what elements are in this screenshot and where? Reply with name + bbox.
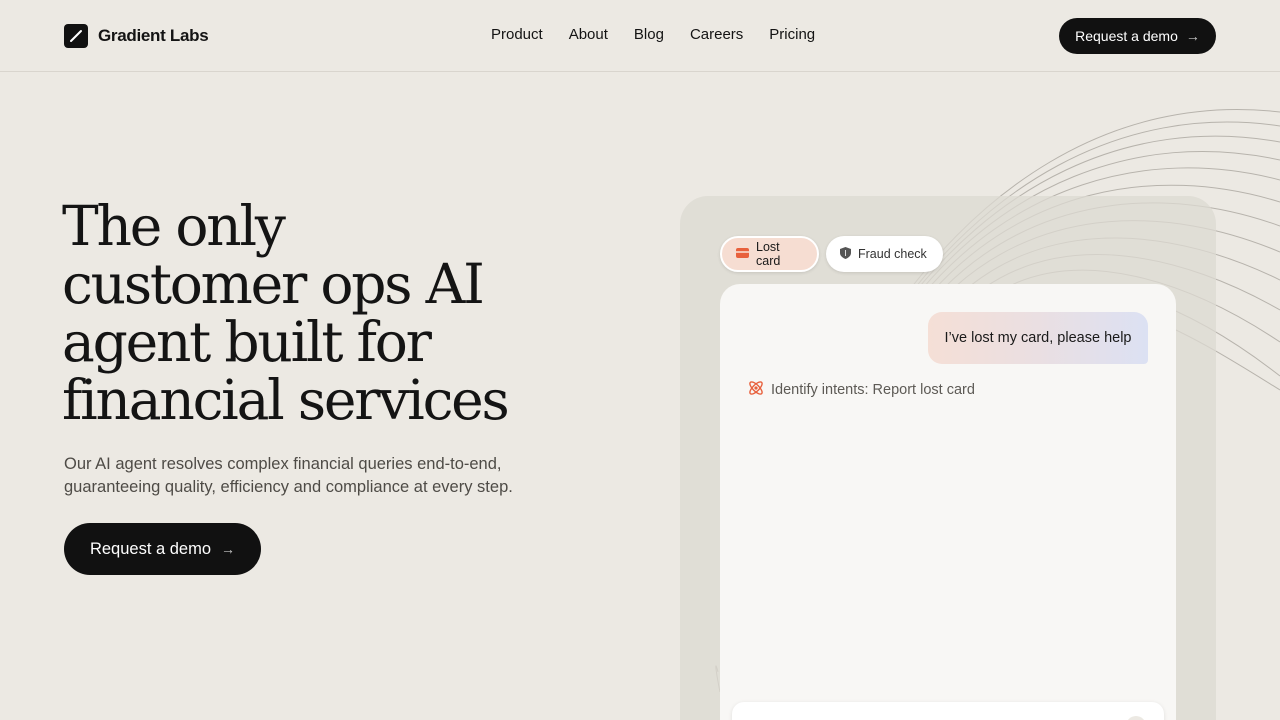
hero-request-demo-label: Request a demo	[89, 539, 212, 558]
nav-product[interactable]: Product	[491, 24, 543, 46]
user-message-text: I’ve lost my card, please help	[944, 330, 1132, 346]
atom-icon	[747, 379, 765, 401]
hero-subtitle: Our AI agent resolves complex financial …	[64, 453, 564, 499]
arrow-right-icon: →	[1185, 28, 1200, 44]
nav-careers[interactable]: Careers	[690, 24, 743, 46]
intent-text: Identify intents: Report lost card	[771, 382, 975, 398]
chip-label: Lost card	[756, 240, 781, 268]
user-message-bubble: I’ve lost my card, please help	[928, 312, 1148, 364]
hero-title-line: financial services	[62, 368, 510, 432]
chat-input[interactable]	[732, 702, 1164, 720]
intent-status: Identify intents: Report lost card	[747, 379, 975, 401]
hero-title-line: The only	[62, 194, 286, 258]
header-request-demo-button[interactable]: Request a demo →	[1059, 18, 1216, 54]
chip-label: Fraud check	[858, 247, 927, 261]
nav-pricing[interactable]: Pricing	[769, 24, 815, 46]
send-icon[interactable]	[1126, 716, 1146, 720]
arrow-right-icon: →	[221, 541, 236, 557]
hero-subtitle-line: guaranteeing quality, efficiency and com…	[64, 478, 513, 496]
brand-mark-icon	[64, 24, 88, 48]
site-header: Gradient Labs Product About Blog Careers…	[0, 0, 1280, 72]
chip-lost-card[interactable]: Lost card	[720, 236, 819, 272]
hero-title: The only customer ops AI agent built for…	[62, 197, 622, 429]
header-request-demo-label: Request a demo	[1075, 28, 1178, 44]
brand-name: Gradient Labs	[98, 26, 209, 45]
main-nav: Product About Blog Careers Pricing	[491, 24, 815, 46]
nav-about[interactable]: About	[569, 24, 608, 46]
hero-title-line: customer ops AI	[62, 252, 485, 316]
hero-request-demo-button[interactable]: Request a demo →	[64, 523, 261, 575]
shield-icon	[840, 246, 851, 262]
hero-title-line: agent built for	[62, 310, 432, 374]
brand-logo[interactable]: Gradient Labs	[64, 23, 209, 49]
card-icon	[736, 247, 749, 261]
chip-fraud-check[interactable]: Fraud check	[826, 236, 943, 272]
hero-subtitle-line: Our AI agent resolves complex financial …	[64, 455, 502, 473]
nav-blog[interactable]: Blog	[634, 24, 664, 46]
